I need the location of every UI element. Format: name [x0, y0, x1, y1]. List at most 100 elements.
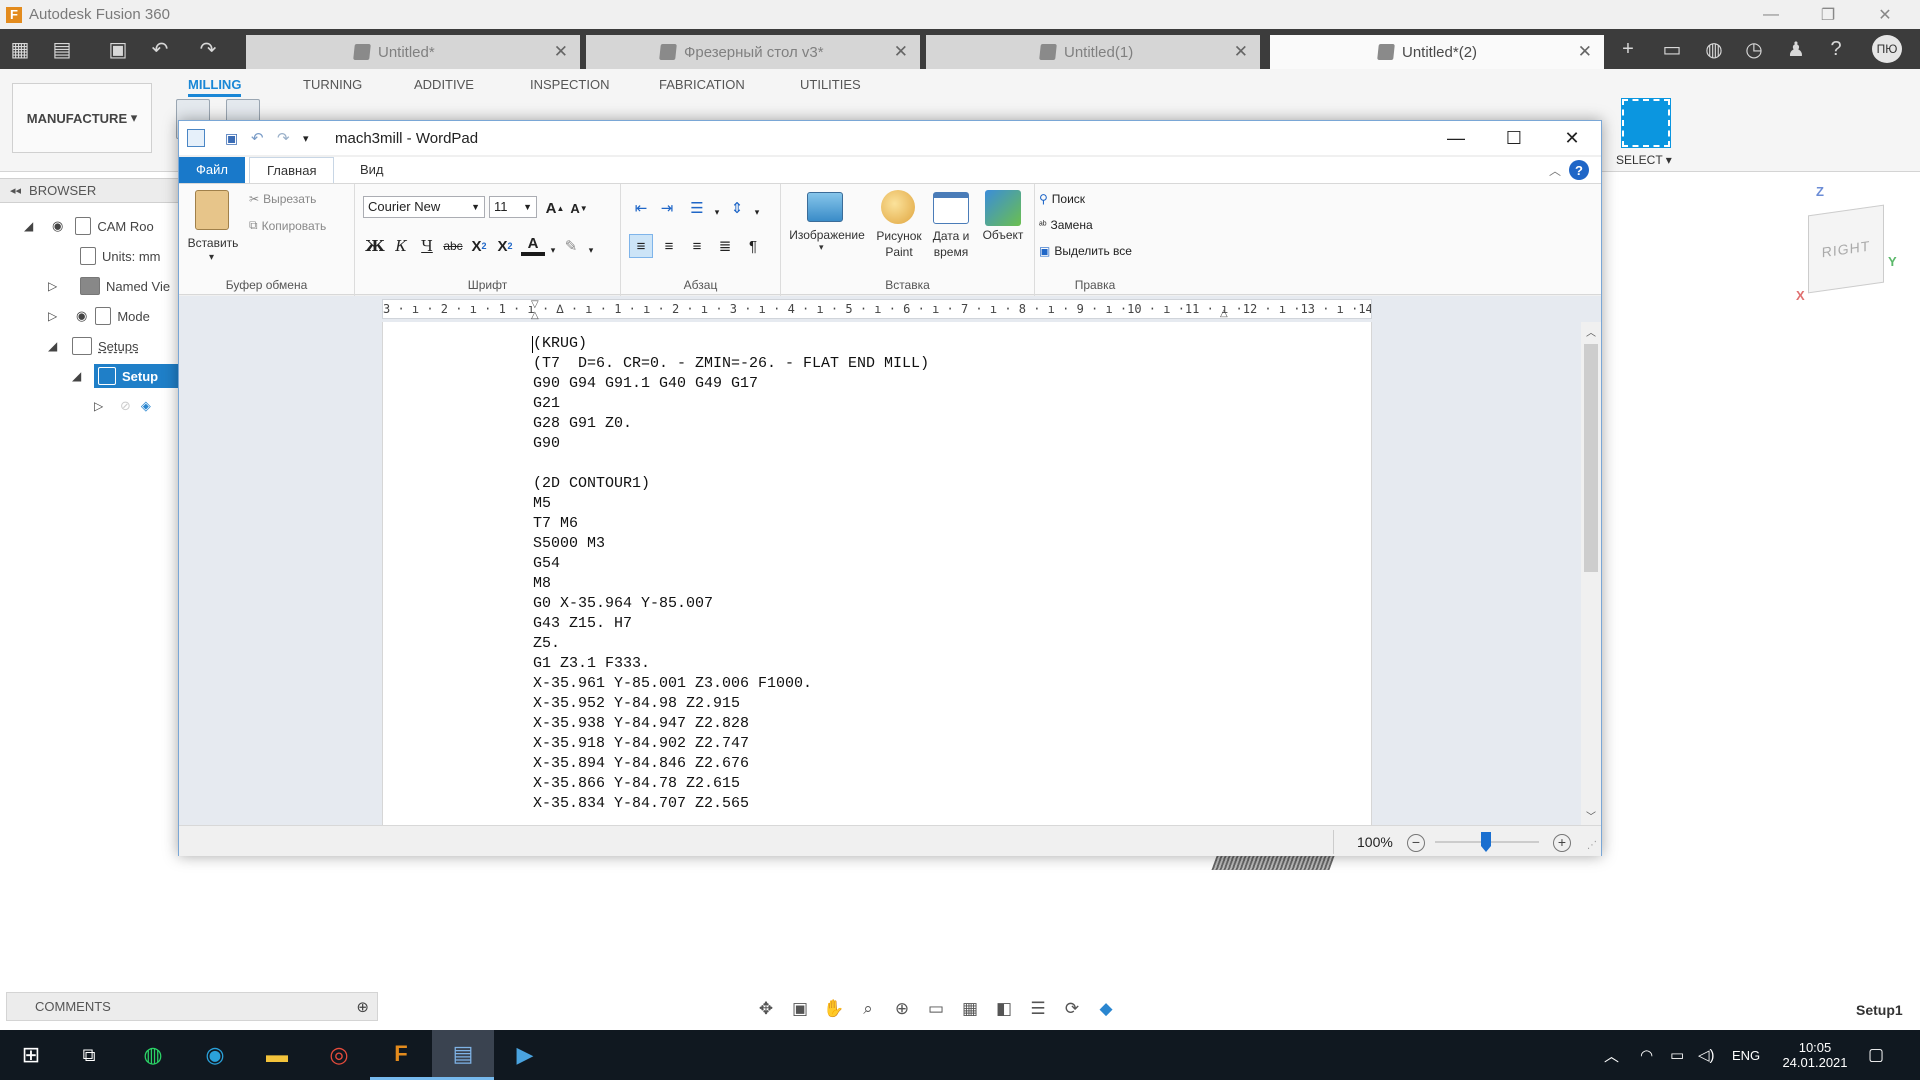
- bold-icon[interactable]: Ж: [363, 234, 387, 258]
- clock[interactable]: 10:05 24.01.2021: [1774, 1030, 1856, 1080]
- paste-dropdown-icon[interactable]: ▾: [209, 252, 214, 263]
- section-icon[interactable]: ☰: [1024, 997, 1052, 1021]
- ribbon-tab-utilities[interactable]: UTILITIES: [800, 73, 861, 97]
- environment-icon[interactable]: ◆: [1092, 997, 1120, 1021]
- paint-icon[interactable]: [881, 190, 915, 224]
- browser-item-cam-root[interactable]: ◢ ◉ CAM Roo: [24, 213, 154, 239]
- chevron-down-icon[interactable]: ▾: [579, 238, 603, 262]
- tab-view[interactable]: Вид: [343, 157, 401, 183]
- fusion-360-taskbar-icon[interactable]: F: [370, 1030, 432, 1080]
- tab-home[interactable]: Главная: [249, 157, 335, 183]
- decrease-indent-icon[interactable]: ⇤: [629, 196, 653, 220]
- first-line-indent-marker[interactable]: ▽: [531, 299, 539, 310]
- grid-icon[interactable]: ▦: [956, 997, 984, 1021]
- shrink-font-icon[interactable]: A ▼: [567, 196, 591, 220]
- extensions-icon[interactable]: ◍: [1702, 37, 1726, 61]
- insert-object-button[interactable]: Объект: [977, 228, 1029, 242]
- insert-date-time-button[interactable]: Дата и время: [927, 228, 975, 260]
- doc-tab-untitled[interactable]: Untitled* ✕: [246, 35, 580, 69]
- browser-item-setups[interactable]: ◢ Setups: [48, 333, 138, 359]
- strikethrough-icon[interactable]: abc: [441, 234, 465, 258]
- app-grid-icon[interactable]: ▦: [8, 37, 32, 61]
- image-icon[interactable]: [807, 192, 843, 222]
- display-settings-icon[interactable]: ▭: [922, 997, 950, 1021]
- notifications-icon[interactable]: ♟: [1784, 37, 1808, 61]
- increase-indent-icon[interactable]: ⇥: [655, 196, 679, 220]
- add-comment-icon[interactable]: ⊕: [356, 998, 369, 1016]
- wordpad-app-icon[interactable]: [187, 129, 205, 147]
- zoom-out-icon[interactable]: −: [1407, 834, 1425, 852]
- ribbon-tab-milling[interactable]: MILLING: [188, 73, 242, 97]
- data-panel-icon[interactable]: ▭: [1660, 37, 1684, 61]
- tray-chevron-icon[interactable]: ︿: [1604, 1030, 1619, 1080]
- paste-icon[interactable]: [195, 190, 229, 230]
- comments-panel[interactable]: COMMENTS ⊕: [6, 992, 378, 1021]
- save-icon[interactable]: ▣: [106, 37, 130, 61]
- help-icon[interactable]: ?: [1824, 37, 1848, 61]
- collapse-icon[interactable]: ◂◂: [10, 184, 21, 197]
- zoom-icon[interactable]: ⌕: [854, 997, 882, 1021]
- chevron-down-icon[interactable]: ▾: [745, 200, 769, 224]
- doc-tab-untitled-2[interactable]: Untitled*(2) ✕: [1270, 35, 1604, 69]
- grow-font-icon[interactable]: A ▲: [543, 196, 567, 220]
- user-avatar[interactable]: ПЮ: [1872, 35, 1902, 63]
- collapse-triangle-icon[interactable]: ◢: [24, 219, 38, 233]
- refresh-icon[interactable]: ⟳: [1058, 997, 1086, 1021]
- browser-item-models[interactable]: ▷ ◉ Mode: [48, 303, 150, 329]
- workspace-switcher[interactable]: MANUFACTURE ▾: [12, 83, 152, 153]
- notifications-center-icon[interactable]: ▢: [1868, 1030, 1884, 1080]
- paste-button[interactable]: Вставить: [187, 236, 239, 250]
- media-player-icon[interactable]: ▶: [494, 1030, 556, 1080]
- wordpad-minimize-button[interactable]: —: [1427, 121, 1485, 155]
- expand-triangle-icon[interactable]: ▷: [48, 309, 62, 323]
- scroll-up-icon[interactable]: ︿: [1586, 324, 1596, 339]
- italic-icon[interactable]: К: [389, 234, 413, 258]
- battery-icon[interactable]: ▭: [1670, 1030, 1684, 1080]
- job-status-icon[interactable]: ◷: [1742, 37, 1766, 61]
- ribbon-tab-additive[interactable]: ADDITIVE: [414, 73, 474, 97]
- underline-icon[interactable]: Ч: [415, 234, 439, 258]
- close-tab-icon[interactable]: ✕: [554, 42, 568, 62]
- doc-tab-milling-table[interactable]: Фрезерный стол v3* ✕: [586, 35, 920, 69]
- chevron-down-icon[interactable]: ▾: [819, 242, 824, 253]
- quick-access-dropdown-icon[interactable]: ▾: [303, 132, 309, 145]
- wordpad-title-bar[interactable]: ▣ ↶ ↷ ▾ mach3mill - WordPad — ☐ ✕: [179, 121, 1601, 155]
- doc-tab-untitled-1[interactable]: Untitled(1) ✕: [926, 35, 1260, 69]
- ribbon-tab-turning[interactable]: TURNING: [303, 73, 362, 97]
- right-indent-marker[interactable]: △: [1220, 308, 1228, 319]
- superscript-icon[interactable]: X2: [493, 234, 517, 258]
- collapse-ribbon-icon[interactable]: ︿: [1549, 162, 1561, 179]
- orbit-icon[interactable]: ✥: [752, 997, 780, 1021]
- visibility-eye-icon[interactable]: ◉: [52, 218, 63, 234]
- quick-redo-icon[interactable]: ↷: [277, 129, 290, 147]
- chrome-icon[interactable]: ◎: [308, 1030, 370, 1080]
- file-menu-icon[interactable]: ▤: [50, 37, 74, 61]
- wordpad-taskbar-icon[interactable]: ▤: [432, 1030, 494, 1080]
- whatsapp-icon[interactable]: ◍: [122, 1030, 184, 1080]
- select-all-button[interactable]: ▣ Выделить все: [1039, 244, 1132, 258]
- zoom-in-icon[interactable]: +: [1553, 834, 1571, 852]
- close-tab-icon[interactable]: ✕: [1578, 42, 1592, 62]
- browser-item-named-views[interactable]: ▷ Named Vie: [48, 273, 170, 299]
- close-tab-icon[interactable]: ✕: [894, 42, 908, 62]
- look-at-icon[interactable]: ▣: [786, 997, 814, 1021]
- fusion-minimize-button[interactable]: —: [1746, 0, 1796, 29]
- ribbon-tab-fabrication[interactable]: FABRICATION: [659, 73, 745, 97]
- resize-grip-icon[interactable]: ⋰: [1587, 840, 1597, 851]
- align-center-icon[interactable]: ≡: [657, 234, 681, 258]
- redo-icon[interactable]: ↷: [196, 37, 220, 61]
- object-icon[interactable]: [985, 190, 1021, 226]
- file-explorer-icon[interactable]: ▬: [246, 1030, 308, 1080]
- close-tab-icon[interactable]: ✕: [1234, 42, 1248, 62]
- tab-file[interactable]: Файл: [179, 157, 245, 183]
- input-language[interactable]: ENG: [1732, 1030, 1760, 1080]
- scroll-down-icon[interactable]: ﹀: [1586, 808, 1596, 823]
- visibility-eye-icon[interactable]: ◉: [76, 308, 87, 324]
- subscript-icon[interactable]: X2: [467, 234, 491, 258]
- insert-image-button[interactable]: Изображение: [785, 228, 869, 242]
- ribbon-tab-inspection[interactable]: INSPECTION: [530, 73, 609, 97]
- start-button[interactable]: ⊞: [0, 1030, 62, 1080]
- fusion-restore-button[interactable]: ❐: [1803, 0, 1853, 29]
- paragraph-settings-icon[interactable]: ¶: [741, 234, 765, 258]
- view-cube[interactable]: RIGHT: [1808, 204, 1884, 294]
